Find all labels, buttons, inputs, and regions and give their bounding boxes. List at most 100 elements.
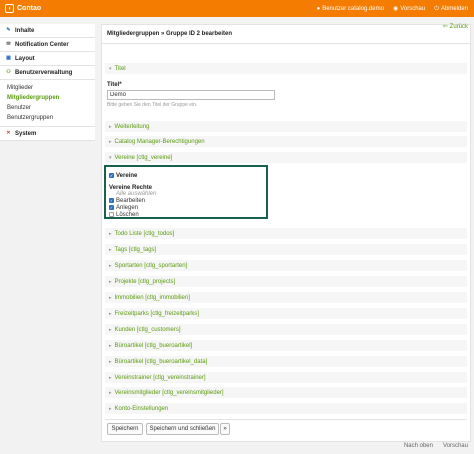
option-loeschen[interactable]: Löschen (109, 211, 139, 218)
legend-konto-einstellungen[interactable]: ▸ Konto-Einstellungen (105, 403, 467, 414)
legend-label: Projekte [ctlg_projects] (114, 278, 176, 285)
legend-label: Konto-Einstellungen (114, 405, 169, 412)
topnav-preview[interactable]: ◉ Vorschau (393, 6, 425, 12)
legend-label: Weiterleitung (114, 123, 150, 130)
checkbox-checked-icon[interactable]: ✓ (109, 173, 114, 178)
legend-label: Vereinstrainer [ctlg_vereinstrainer] (114, 374, 206, 381)
chevron-right-icon: ▸ (109, 294, 112, 301)
sidebar-group-label: System (15, 130, 37, 137)
title-input[interactable] (107, 90, 275, 100)
contao-logo-icon: ◗ (5, 4, 14, 13)
legend-label: Vereine [ctlg_vereine] (114, 154, 173, 161)
checkbox-checked-icon[interactable]: ✓ (109, 198, 114, 203)
chevron-right-icon: ▸ (109, 230, 112, 237)
chevron-down-icon: ▾ (109, 154, 112, 161)
legend-label: Catalog Manager-Berechtigungen (114, 138, 205, 145)
users-icon: ⚇ (6, 69, 11, 75)
title-label: Titel* (107, 82, 122, 88)
sidebar-item-mitglieder[interactable]: Mitglieder (7, 83, 95, 93)
sidebar-group-notification-center[interactable]: ✉ Notification Center (0, 38, 95, 52)
topnav-preview-label: Vorschau (400, 5, 426, 12)
app-name: Contao (17, 5, 42, 12)
legend-label: Titel (114, 65, 126, 72)
legend-label: Kunden [ctlg_customers] (114, 326, 181, 333)
legend-tags[interactable]: ▸ Tags [ctlg_tags] (105, 244, 467, 255)
legend-immobilien[interactable]: ▸ Immobilien [ctlg_immobilien] (105, 292, 467, 303)
sidebar-item-mitgliedergruppen[interactable]: Mitgliedergruppen (7, 93, 95, 103)
sidebar-item-benutzergruppen[interactable]: Benutzergruppen (7, 113, 95, 123)
select-all-link[interactable]: Alle auswählen (109, 190, 156, 197)
sidebar-item-benutzer[interactable]: Benutzer (7, 103, 95, 113)
legend-titel[interactable]: ▾ Titel (105, 63, 467, 74)
topnav-user[interactable]: ● Benutzer catalog.demo (317, 6, 384, 12)
vereine-enable-label: Vereine (116, 172, 138, 179)
legend-vereinstrainer[interactable]: ▸ Vereinstrainer [ctlg_vereinstrainer] (105, 372, 467, 383)
option-bearbeiten[interactable]: ✓ Bearbeiten (109, 197, 145, 204)
back-to-top-link[interactable]: Nach oben (404, 443, 433, 449)
legend-vereine[interactable]: ▾ Vereine [ctlg_vereine] (105, 152, 467, 163)
option-label: Anlegen (116, 204, 139, 211)
notification-icon: ✉ (6, 41, 11, 47)
legend-projekte[interactable]: ▸ Projekte [ctlg_projects] (105, 276, 467, 287)
more-buttons-toggle[interactable]: » (220, 423, 230, 435)
logout-icon: ⏻ (434, 5, 439, 12)
vereine-permissions-box: ✓ Vereine Vereine Rechte Alle auswählen … (104, 165, 268, 219)
save-close-button[interactable]: Speichern und schließen (146, 423, 219, 435)
chevron-right-icon: ▸ (109, 326, 112, 333)
footer-preview-link[interactable]: Vorschau (443, 443, 468, 449)
sidebar-group-label: Inhalte (15, 27, 35, 34)
legend-label: Büroartikel [ctlg_bueroartikel] (114, 342, 193, 349)
sidebar-group-label: Benutzerverwaltung (15, 69, 73, 76)
legend-label: Freizeitparks [ctlg_freizeitparks] (114, 310, 199, 317)
sidebar-group-layout[interactable]: ▦ Layout (0, 52, 95, 66)
content-icon: ✎ (6, 27, 11, 33)
legend-label: Büroartikel [ctlg_bueroartikel_data] (114, 358, 208, 365)
back-link[interactable]: ⇦ Zurück (443, 24, 468, 30)
legend-label: Immobilien [ctlg_immobilien] (114, 294, 190, 301)
legend-freizeitparks[interactable]: ▸ Freizeitparks [ctlg_freizeitparks] (105, 308, 467, 319)
top-bar: ◗ Contao ● Benutzer catalog.demo ◉ Vorsc… (0, 0, 474, 17)
button-bar: Speichern Speichern und schließen » (105, 419, 467, 437)
sidebar-group-label: Notification Center (15, 41, 69, 48)
system-icon: ✕ (6, 130, 11, 136)
chevron-right-icon: ▸ (109, 278, 112, 285)
chevron-right-icon: ▸ (109, 262, 112, 269)
chevron-right-icon: ▸ (109, 358, 112, 365)
top-nav: ● Benutzer catalog.demo ◉ Vorschau ⏻ Abm… (317, 3, 468, 14)
vereine-enable-row[interactable]: ✓ Vereine (109, 172, 137, 179)
option-label: Löschen (116, 211, 139, 218)
legend-bueroartikel-data[interactable]: ▸ Büroartikel [ctlg_bueroartikel_data] (105, 356, 467, 367)
chevron-down-icon: ▾ (109, 65, 112, 72)
legend-sportarten[interactable]: ▸ Sportarten [ctlg_sportarten] (105, 260, 467, 271)
sidebar-group-benutzerverwaltung[interactable]: ⚇ Benutzerverwaltung (0, 66, 95, 80)
title-help: Bitte geben Sie den Titel der Gruppe ein… (107, 102, 198, 108)
legend-label: Sportarten [ctlg_sportarten] (114, 262, 188, 269)
page-title: Mitgliedergruppen » Gruppe ID 2 bearbeit… (102, 25, 470, 44)
legend-bueroartikel[interactable]: ▸ Büroartikel [ctlg_bueroartikel] (105, 340, 467, 351)
option-anlegen[interactable]: ✓ Anlegen (109, 204, 138, 211)
chevron-right-icon: ▸ (109, 389, 112, 396)
checkbox-unchecked-icon[interactable] (109, 212, 114, 217)
legend-kunden[interactable]: ▸ Kunden [ctlg_customers] (105, 324, 467, 335)
chevron-right-icon: ▸ (109, 342, 112, 349)
back-label: Zurück (449, 24, 468, 30)
legend-weiterleitung[interactable]: ▸ Weiterleitung (105, 121, 467, 132)
topnav-logout[interactable]: ⏻ Abmelden (434, 6, 468, 12)
brand[interactable]: ◗ Contao (5, 3, 41, 14)
option-label: Bearbeiten (116, 197, 146, 204)
sidebar-group-system[interactable]: ✕ System (0, 127, 95, 141)
checkbox-checked-icon[interactable]: ✓ (109, 205, 114, 210)
chevron-right-icon: ▸ (109, 405, 112, 412)
sidebar-group-inhalte[interactable]: ✎ Inhalte (0, 24, 95, 38)
legend-label: Tags [ctlg_tags] (114, 246, 157, 253)
sidebar: ✎ Inhalte ✉ Notification Center ▦ Layout… (0, 24, 95, 141)
legend-todo-liste[interactable]: ▸ Todo Liste [ctlg_todos] (105, 228, 467, 239)
save-button[interactable]: Speichern (107, 423, 143, 435)
legend-label: Vereinsmitglieder [ctlg_vereinsmitgliede… (114, 389, 224, 396)
legend-vereinsmitglieder[interactable]: ▸ Vereinsmitglieder [ctlg_vereinsmitglie… (105, 387, 467, 398)
preview-icon: ◉ (392, 5, 399, 12)
legend-catalog-manager[interactable]: ▸ Catalog Manager-Berechtigungen (105, 136, 467, 147)
chevron-right-icon: ▸ (109, 123, 112, 130)
chevron-right-icon: ▸ (109, 374, 112, 381)
footer: Nach oben Vorschau (404, 443, 468, 449)
